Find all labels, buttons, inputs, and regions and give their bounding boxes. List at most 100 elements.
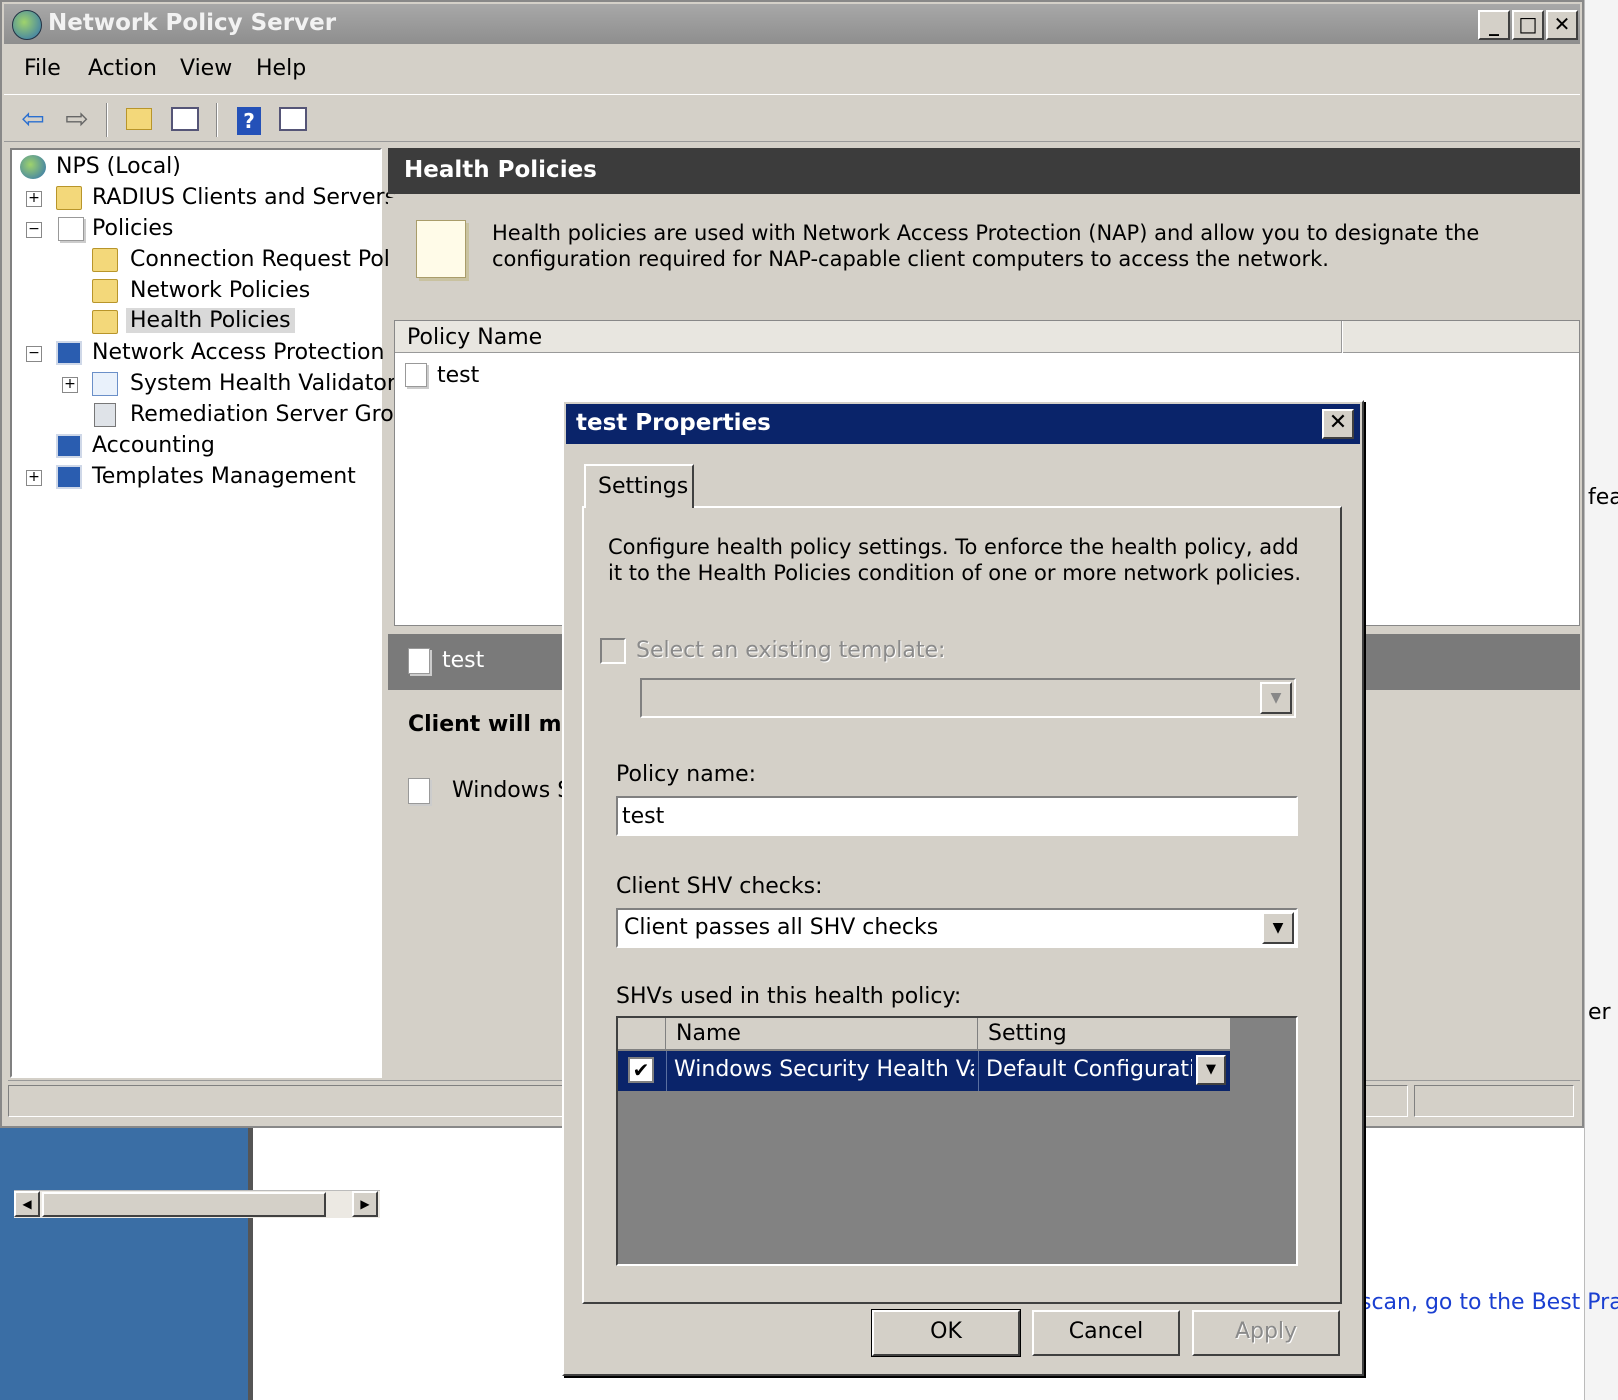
scroll-left-icon[interactable]: ◀ (14, 1191, 40, 1217)
tree-item-nap[interactable]: − Network Access Protection (12, 338, 385, 370)
server-group-icon (94, 403, 116, 427)
settings-panel: Configure health policy settings. To enf… (582, 506, 1342, 1304)
shv-row-checkbox[interactable]: ✔ (628, 1057, 654, 1083)
template-checkbox-label: Select an existing template: (636, 638, 946, 663)
tree-item-label: NPS (Local) (56, 154, 181, 179)
tree-item-policies[interactable]: − Policies (12, 214, 382, 246)
client-shv-checks-label: Client SHV checks: (616, 874, 823, 899)
tree-item-label: System Health Validators (130, 371, 408, 396)
column-name[interactable]: Name (666, 1018, 978, 1050)
policy-document-icon (408, 648, 430, 674)
table-row[interactable]: ✔ Windows Security Health Vali... Defaul… (618, 1051, 1230, 1091)
tree-item-accounting[interactable]: Accounting (12, 431, 382, 463)
shv-row-name: Windows Security Health Vali... (674, 1057, 974, 1082)
menu-bar: File Action View Help (4, 48, 1580, 90)
ok-button[interactable]: OK (871, 1309, 1021, 1357)
menu-action[interactable]: Action (88, 56, 157, 81)
dialog-title: test Properties (576, 410, 771, 436)
policy-document-icon (58, 217, 84, 241)
tree-item-label: Policies (92, 216, 174, 241)
template-checkbox[interactable] (600, 638, 626, 664)
list-header: Policy Name (395, 321, 1579, 353)
maximize-button[interactable]: □ (1512, 10, 1544, 40)
tree-item-network-policies[interactable]: Network Policies (12, 276, 382, 308)
close-button[interactable]: ✕ (1546, 10, 1578, 40)
desktop-background (0, 1128, 248, 1400)
forward-arrow-icon[interactable]: ⇨ (58, 101, 96, 137)
shv-table: Name Setting ✔ Windows Security Health V… (616, 1016, 1298, 1266)
minimize-button[interactable]: _ (1478, 10, 1510, 40)
detail-heading: Client will me (408, 712, 577, 737)
tree-item-label: Health Policies (126, 308, 295, 333)
tree-item-label: Network Policies (130, 278, 311, 303)
dialog-close-button[interactable]: ✕ (1322, 409, 1354, 439)
content-description: Health policies are used with Network Ac… (492, 221, 1480, 271)
shvs-used-label: SHVs used in this health policy: (616, 984, 962, 1009)
column-check[interactable] (618, 1018, 666, 1050)
tree-horizontal-scrollbar[interactable]: ◀ ▶ (14, 1190, 380, 1218)
cell-divider (666, 1051, 667, 1091)
list-item[interactable]: test (401, 359, 701, 391)
collapse-minus-icon[interactable]: − (26, 222, 42, 238)
tab-settings[interactable]: Settings (584, 464, 694, 508)
policy-document-icon (405, 363, 427, 387)
console-tree: NPS (Local) + RADIUS Clients and Servers… (10, 148, 422, 1218)
properties-dialog: test Properties ✕ Settings Configure hea… (562, 400, 1364, 1376)
cell-divider (978, 1051, 979, 1091)
expand-plus-icon[interactable]: + (26, 191, 42, 207)
policy-name-label: Policy name: (616, 762, 757, 787)
expand-plus-icon[interactable]: + (26, 470, 42, 486)
help-icon[interactable]: ? (230, 101, 268, 137)
column-divider[interactable] (1341, 321, 1343, 353)
tree-item-radius-clients[interactable]: + RADIUS Clients and Servers (12, 183, 396, 215)
dialog-title-bar[interactable]: test Properties ✕ (566, 404, 1360, 444)
scroll-right-icon[interactable]: ▶ (352, 1191, 378, 1217)
detail-policy-name: test (442, 648, 485, 673)
health-chart-icon (92, 372, 118, 396)
background-text-fragment: er l (1588, 1000, 1618, 1025)
accounting-computer-icon (56, 434, 82, 458)
menu-help[interactable]: Help (256, 56, 306, 81)
column-setting[interactable]: Setting (978, 1018, 1230, 1050)
status-cell (1414, 1085, 1574, 1117)
client-shv-checks-dropdown[interactable]: Client passes all SHV checks ▼ (616, 908, 1298, 948)
tree-item-label: Network Access Protection (92, 340, 385, 365)
tree-item-health-policies[interactable]: Health Policies (12, 307, 382, 339)
expand-plus-icon[interactable]: + (62, 377, 78, 393)
menu-file[interactable]: File (24, 56, 61, 81)
back-arrow-icon[interactable]: ⇦ (14, 101, 52, 137)
toolbar-separator (106, 103, 108, 137)
chevron-down-icon[interactable]: ▼ (1262, 912, 1294, 944)
policy-name-input[interactable] (616, 796, 1298, 836)
up-folder-icon[interactable] (120, 101, 158, 137)
best-practices-link[interactable]: scan, go to the Best Practic (1360, 1290, 1618, 1315)
background-text-fragment: fea (1588, 485, 1618, 510)
tree-item-connection-request-policies[interactable]: Connection Request Polici (12, 245, 414, 277)
collapse-minus-icon[interactable]: − (26, 346, 42, 362)
policy-document-icon (416, 220, 466, 278)
chevron-down-icon[interactable]: ▼ (1196, 1055, 1226, 1085)
folder-icon (92, 248, 118, 272)
tree-item-templates-management[interactable]: + Templates Management (12, 462, 382, 494)
shv-document-icon (408, 778, 430, 804)
detail-shv-item: Windows S (452, 778, 572, 803)
tree-item-label: Connection Request Polici (130, 247, 415, 272)
cancel-button[interactable]: Cancel (1032, 1310, 1180, 1356)
chevron-down-icon[interactable]: ▼ (1260, 682, 1292, 714)
folder-icon (92, 279, 118, 303)
column-policy-name[interactable]: Policy Name (407, 325, 542, 350)
show-hide-action-pane-icon[interactable] (274, 101, 312, 137)
tree-item-label: Templates Management (92, 464, 356, 489)
template-dropdown[interactable]: ▼ (640, 678, 1296, 718)
tree-item-system-health-validators[interactable]: + System Health Validators (12, 369, 407, 401)
tree-item-remediation-server-groups[interactable]: Remediation Server Group (12, 400, 422, 432)
background-window-right (1584, 0, 1618, 1400)
settings-description: Configure health policy settings. To enf… (608, 535, 1302, 585)
toolbar-separator (216, 103, 218, 137)
menu-view[interactable]: View (180, 56, 232, 81)
apply-button[interactable]: Apply (1192, 1310, 1340, 1356)
show-hide-tree-icon[interactable] (166, 101, 204, 137)
tree-item-nps-local[interactable]: NPS (Local) (12, 152, 382, 184)
title-bar[interactable]: Network Policy Server _ □ ✕ (4, 4, 1580, 44)
scrollbar-thumb[interactable] (42, 1192, 326, 1217)
